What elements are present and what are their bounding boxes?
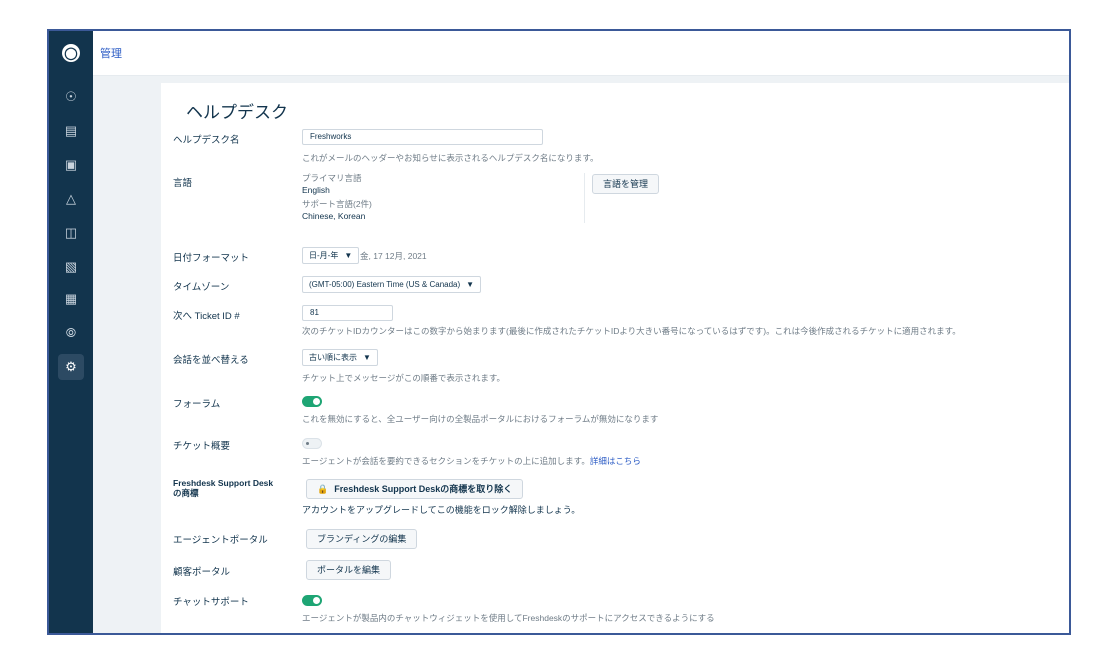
chat-support-hint: エージェントが製品内のチャットウィジェットを使用してFreshdeskのサポート… bbox=[302, 613, 715, 623]
top-bar: 管理 bbox=[93, 31, 1069, 76]
admin-gear-icon[interactable]: ⚙ bbox=[58, 354, 84, 380]
agent-portal-label: エージェントポータル bbox=[173, 535, 268, 546]
helpdesk-name-hint: これがメールのヘッダーやお知らせに表示されるヘルプデスク名になります。 bbox=[302, 153, 599, 163]
branding-label-line1: Freshdesk Support Desk bbox=[173, 478, 274, 488]
solutions-icon[interactable]: ◫ bbox=[61, 223, 81, 243]
support-language-label: サポート言語(2件) bbox=[302, 199, 372, 209]
groups-icon[interactable]: △ bbox=[61, 189, 81, 209]
ticket-id-hint: 次のチケットIDカウンターはこの数字から始まります(最後に作成されたチケットID… bbox=[302, 326, 961, 336]
ticket-summary-toggle[interactable] bbox=[302, 438, 322, 449]
language-label: 言語 bbox=[173, 178, 193, 189]
forums-icon[interactable]: ▧ bbox=[61, 257, 81, 277]
branding-label: Freshdesk Support Desk の商標 bbox=[173, 478, 273, 498]
language-divider bbox=[584, 173, 585, 223]
chat-support-toggle[interactable] bbox=[302, 595, 322, 606]
edit-portal-button[interactable]: ポータルを編集 bbox=[306, 560, 392, 580]
remove-branding-label: Freshdesk Support Deskの商標を取り除く bbox=[334, 484, 513, 494]
dashboard-icon[interactable]: ☉ bbox=[61, 87, 81, 107]
ticket-summary-label: チケット概要 bbox=[173, 441, 231, 452]
forum-toggle[interactable] bbox=[302, 396, 322, 407]
chat-support-label: チャットサポート bbox=[173, 597, 249, 608]
date-format-value: 日-月-年 bbox=[309, 251, 339, 260]
branding-hint: アカウントをアップグレードしてこの機能をロック解除しましょう。 bbox=[302, 505, 581, 515]
primary-language-value: English bbox=[302, 185, 330, 195]
date-format-select[interactable]: 日-月-年 ▼ bbox=[302, 247, 360, 264]
settings-panel: ヘルプデスク ヘルプデスク名 Freshworks これがメールのヘッダーやお知… bbox=[161, 83, 1069, 633]
chevron-down-icon: ▼ bbox=[363, 353, 371, 362]
conversation-sort-label: 会話を並べ替える bbox=[173, 355, 249, 366]
manage-language-button[interactable]: 言語を管理 bbox=[592, 174, 660, 194]
conversation-sort-hint: チケット上でメッセージがこの順番で表示されます。 bbox=[302, 373, 505, 383]
conversation-sort-value: 古い順に表示 bbox=[309, 353, 357, 362]
ticket-id-input[interactable]: 81 bbox=[302, 305, 393, 321]
reports-icon[interactable]: ▦ bbox=[61, 289, 81, 309]
breadcrumb[interactable]: 管理 bbox=[100, 45, 122, 61]
tickets-icon[interactable]: ▤ bbox=[61, 121, 81, 141]
lock-icon: 🔒 bbox=[317, 484, 329, 494]
ticket-summary-hint-text: エージェントが会話を要約できるセクションをチケットの上に追加します。 bbox=[302, 456, 590, 466]
forum-hint: これを無効にすると、全ユーザー向けの全製品ポータルにおけるフォーラムが無効になり… bbox=[302, 414, 659, 424]
ticket-id-label: 次へ Ticket ID # bbox=[173, 311, 240, 322]
support-language-value: Chinese, Korean bbox=[302, 211, 366, 221]
learn-more-link[interactable]: 詳細はこちら bbox=[590, 456, 641, 466]
timezone-label: タイムゾーン bbox=[173, 282, 230, 293]
contacts-icon[interactable]: ▣ bbox=[61, 155, 81, 175]
headset-logo-icon[interactable]: ◯ bbox=[62, 44, 80, 62]
chevron-down-icon: ▼ bbox=[466, 280, 475, 289]
discover-icon[interactable]: ⦾ bbox=[61, 323, 81, 343]
edit-branding-button[interactable]: ブランディングの編集 bbox=[306, 529, 418, 549]
forum-label: フォーラム bbox=[173, 399, 221, 410]
helpdesk-name-label: ヘルプデスク名 bbox=[173, 135, 240, 146]
timezone-select[interactable]: (GMT-05:00) Eastern Time (US & Canada) ▼ bbox=[302, 276, 482, 293]
date-format-preview: 金, 17 12月, 2021 bbox=[360, 251, 427, 261]
customer-portal-label: 顧客ポータル bbox=[173, 567, 231, 578]
remove-branding-button[interactable]: 🔒 Freshdesk Support Deskの商標を取り除く bbox=[306, 479, 524, 499]
chevron-down-icon: ▼ bbox=[344, 251, 353, 260]
app-window: ◯ ☉ ▤ ▣ △ ◫ ▧ ▦ ⦾ ⚙ 管理 ヘルプデスク ヘルプデスク名 Fr… bbox=[47, 29, 1071, 635]
timezone-value: (GMT-05:00) Eastern Time (US & Canada) bbox=[309, 280, 461, 289]
conversation-sort-select[interactable]: 古い順に表示 ▼ bbox=[302, 349, 378, 366]
primary-language-label: プライマリ言語 bbox=[302, 173, 362, 183]
helpdesk-name-input[interactable]: Freshworks bbox=[302, 129, 543, 145]
ticket-summary-hint: エージェントが会話を要約できるセクションをチケットの上に追加します。詳細はこちら bbox=[302, 455, 641, 467]
page-title: ヘルプデスク bbox=[186, 103, 288, 122]
date-format-label: 日付フォーマット bbox=[173, 253, 250, 264]
sidebar: ◯ ☉ ▤ ▣ △ ◫ ▧ ▦ ⦾ ⚙ bbox=[49, 31, 93, 633]
branding-label-line2: の商標 bbox=[173, 488, 199, 498]
